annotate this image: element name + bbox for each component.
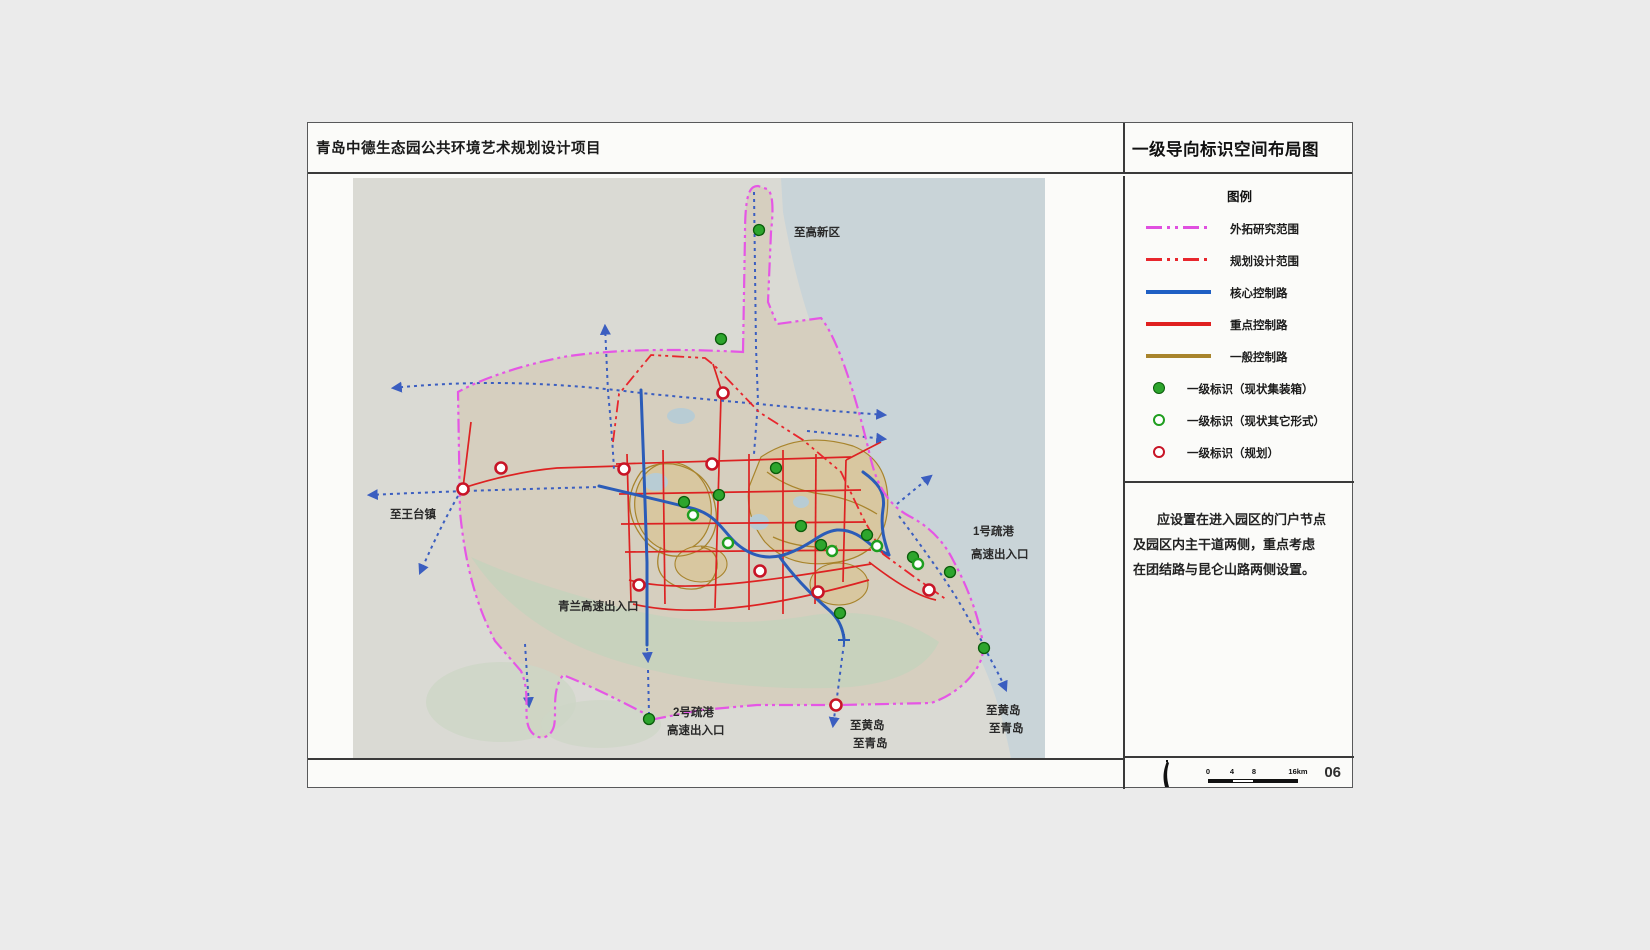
scale-tick-label: 4 [1230, 767, 1234, 776]
map-label: 至青岛 [989, 721, 1024, 735]
marker-sign-existing-container [714, 490, 725, 501]
legend-item: 外拓研究范围 [1125, 212, 1354, 244]
marker-sign-existing-container [679, 497, 690, 508]
map-label: 2号疏港 [673, 705, 714, 719]
marker-sign-planned [619, 464, 630, 475]
marker-sign-existing-container [862, 530, 873, 541]
legend-swatch-line [1146, 258, 1211, 261]
legend-item-label: 一级标识（现状集装箱） [1187, 381, 1314, 397]
north-arrow-icon [1159, 760, 1175, 789]
note-line: 在团结路与昆仑山路两侧设置。 [1133, 557, 1344, 582]
sidebar: 图例 外拓研究范围规划设计范围核心控制路重点控制路一般控制路一级标识（现状集装箱… [1123, 176, 1354, 789]
note-line: 应设置在进入园区的门户节点 [1133, 507, 1344, 532]
marker-sign-existing-other [827, 546, 837, 556]
marker-sign-planned [496, 463, 507, 474]
scale-bar-segment [1254, 779, 1298, 783]
legend-item-label: 外拓研究范围 [1230, 221, 1299, 237]
marker-sign-planned [634, 580, 645, 591]
map-label: 至黄岛 [986, 703, 1021, 717]
map-label: 至高新区 [794, 225, 840, 239]
marker-sign-planned [718, 388, 729, 399]
scale-tick-label: 0 [1206, 767, 1210, 776]
legend-swatch-line [1146, 290, 1211, 294]
legend-swatch-line [1146, 322, 1211, 326]
legend-swatch-dot [1153, 414, 1165, 426]
legend-item-label: 重点控制路 [1230, 317, 1288, 333]
legend-swatch-dot [1153, 446, 1165, 458]
legend-item-label: 一般控制路 [1230, 349, 1288, 365]
sheet-header: 青岛中德生态园公共环境艺术规划设计项目 一级导向标识空间布局图 [308, 123, 1352, 174]
marker-sign-existing-other [872, 541, 882, 551]
legend-swatch-line [1146, 354, 1211, 358]
marker-sign-existing-container [835, 608, 846, 619]
marker-sign-existing-container [816, 540, 827, 551]
marker-sign-existing-other [723, 538, 733, 548]
sheet-title-cell: 一级导向标识空间布局图 [1123, 123, 1352, 172]
page-number: 06 [1324, 764, 1341, 781]
scale-strip: 0 4 8 16km 06 [1125, 760, 1354, 789]
map-label: 1号疏港 [973, 524, 1014, 538]
marker-sign-planned [755, 566, 766, 577]
marker-sign-existing-container [796, 521, 807, 532]
marker-sign-planned [707, 459, 718, 470]
marker-sign-existing-container [644, 714, 655, 725]
legend-item-label: 一级标识（现状其它形式） [1187, 413, 1325, 429]
note-line: 及园区内主干道两侧，重点考虑 [1133, 532, 1344, 557]
map-label: 至青岛 [853, 736, 888, 750]
map-cell: 至高新区至王台镇1号疏港高速出入口青兰高速出入口2号疏港高速出入口至黄岛至青岛至… [308, 176, 1123, 789]
legend-title: 图例 [1125, 176, 1354, 205]
map-terrain [353, 178, 1045, 758]
project-title: 青岛中德生态园公共环境艺术规划设计项目 [316, 137, 601, 158]
legend-item: 一级标识（现状集装箱） [1125, 372, 1354, 404]
marker-sign-existing-container [979, 643, 990, 654]
plan-sheet: 青岛中德生态园公共环境艺术规划设计项目 一级导向标识空间布局图 [307, 122, 1353, 788]
marker-sign-existing-container [771, 463, 782, 474]
note-text: 应设置在进入园区的门户节点及园区内主干道两侧，重点考虑在团结路与昆仑山路两侧设置… [1125, 485, 1354, 582]
legend-item: 一级标识（现状其它形式） [1125, 404, 1354, 436]
scale-tick-label: 16km [1288, 767, 1307, 776]
legend-panel: 图例 外拓研究范围规划设计范围核心控制路重点控制路一般控制路一级标识（现状集装箱… [1125, 176, 1354, 483]
marker-sign-existing-container [716, 334, 727, 345]
planning-map: 至高新区至王台镇1号疏港高速出入口青兰高速出入口2号疏港高速出入口至黄岛至青岛至… [353, 178, 1045, 758]
project-title-cell: 青岛中德生态园公共环境艺术规划设计项目 [308, 123, 1123, 172]
marker-sign-planned [458, 484, 469, 495]
map-label: 高速出入口 [667, 723, 725, 737]
note-panel: 应设置在进入园区的门户节点及园区内主干道两侧，重点考虑在团结路与昆仑山路两侧设置… [1125, 485, 1354, 758]
scale-bar-segment [1208, 779, 1232, 783]
map-label: 至黄岛 [850, 718, 885, 732]
legend-item-label: 规划设计范围 [1230, 253, 1299, 269]
legend-item: 核心控制路 [1125, 276, 1354, 308]
legend-item: 规划设计范围 [1125, 244, 1354, 276]
sheet-title: 一级导向标识空间布局图 [1132, 136, 1319, 160]
marker-sign-existing-other [913, 559, 923, 569]
map-label: 至王台镇 [390, 507, 436, 521]
legend-swatch-dot [1153, 382, 1165, 394]
marker-sign-existing-container [945, 567, 956, 578]
legend-swatch-line [1146, 226, 1211, 229]
marker-sign-planned [831, 700, 842, 711]
scale-bar-segment [1232, 779, 1254, 783]
marker-sign-existing-container [754, 225, 765, 236]
scale-tick-label: 8 [1252, 767, 1256, 776]
marker-sign-planned [813, 587, 824, 598]
legend-item-label: 一级标识（规划） [1187, 445, 1279, 461]
bottom-divider [308, 758, 1123, 760]
legend-item: 一级标识（规划） [1125, 436, 1354, 468]
map-label: 青兰高速出入口 [558, 599, 639, 613]
legend-items: 外拓研究范围规划设计范围核心控制路重点控制路一般控制路一级标识（现状集装箱） 一级… [1125, 212, 1354, 468]
map-label: 高速出入口 [971, 547, 1029, 561]
legend-item: 一般控制路 [1125, 340, 1354, 372]
marker-sign-planned [924, 585, 935, 596]
marker-sign-existing-other [688, 510, 698, 520]
legend-item: 重点控制路 [1125, 308, 1354, 340]
legend-item-label: 核心控制路 [1230, 285, 1288, 301]
